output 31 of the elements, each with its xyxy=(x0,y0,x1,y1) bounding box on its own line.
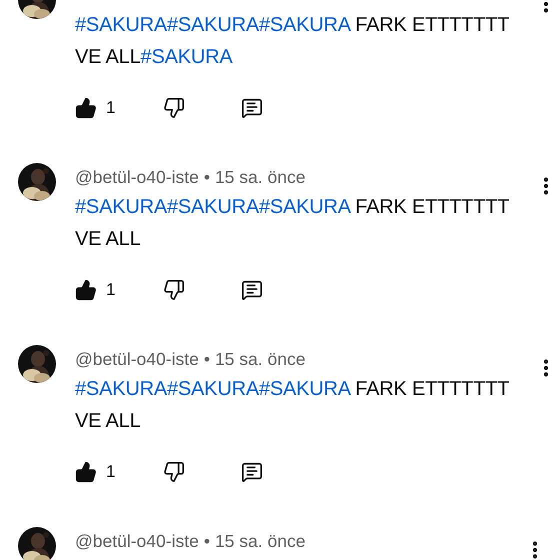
reply-button[interactable] xyxy=(241,97,264,119)
like-button[interactable]: 1 xyxy=(75,97,116,119)
comment-time: 15 sa. önce xyxy=(214,530,306,552)
hashtag-link[interactable]: #SAKURA xyxy=(140,46,233,68)
hashtag-link[interactable]: #SAKURA xyxy=(75,378,167,400)
comment-time: 15 sa. önce xyxy=(214,348,306,370)
hashtag-link[interactable]: #SAKURA xyxy=(258,196,350,218)
like-button[interactable]: 1 xyxy=(75,461,116,483)
hashtag-link[interactable]: #SAKURA xyxy=(75,14,167,36)
comment-text: #SAKURA#SAKURA#SAKURA FARK ETTTTTTT VE ALL#SAKURA xyxy=(75,13,510,70)
separator-dot: • xyxy=(204,348,210,370)
separator-dot: • xyxy=(204,530,210,552)
hashtag-link[interactable]: #SAKURA xyxy=(166,378,259,400)
reply-button[interactable] xyxy=(241,279,264,301)
comment-author[interactable]: @betül-o40-iste xyxy=(75,348,199,370)
comment-text: #SAKURA#SAKURA#SAKURA FARK ETTTTTTT VE ALL xyxy=(75,377,510,434)
hashtag-link[interactable]: #SAKURA xyxy=(258,378,350,400)
comment-author[interactable]: @betül-o40-iste xyxy=(75,530,199,552)
dislike-button[interactable] xyxy=(163,97,186,119)
comment-author[interactable]: @betül-o40-iste xyxy=(75,166,199,188)
hashtag-link[interactable]: #SAKURA xyxy=(166,14,259,36)
separator-dot: • xyxy=(204,166,210,188)
dislike-button[interactable] xyxy=(163,461,186,483)
like-button[interactable]: 1 xyxy=(75,279,116,301)
hashtag-link[interactable]: #SAKURA xyxy=(75,196,167,218)
dislike-button[interactable] xyxy=(163,279,186,301)
comment-text: #SAKURA#SAKURA#SAKURA FARK ETTTTTTT VE ALL xyxy=(75,195,510,252)
hashtag-link[interactable]: #SAKURA xyxy=(166,196,259,218)
hashtag-link[interactable]: #SAKURA xyxy=(258,14,350,36)
comment-time: 15 sa. önce xyxy=(214,166,306,188)
reply-button[interactable] xyxy=(241,461,264,483)
